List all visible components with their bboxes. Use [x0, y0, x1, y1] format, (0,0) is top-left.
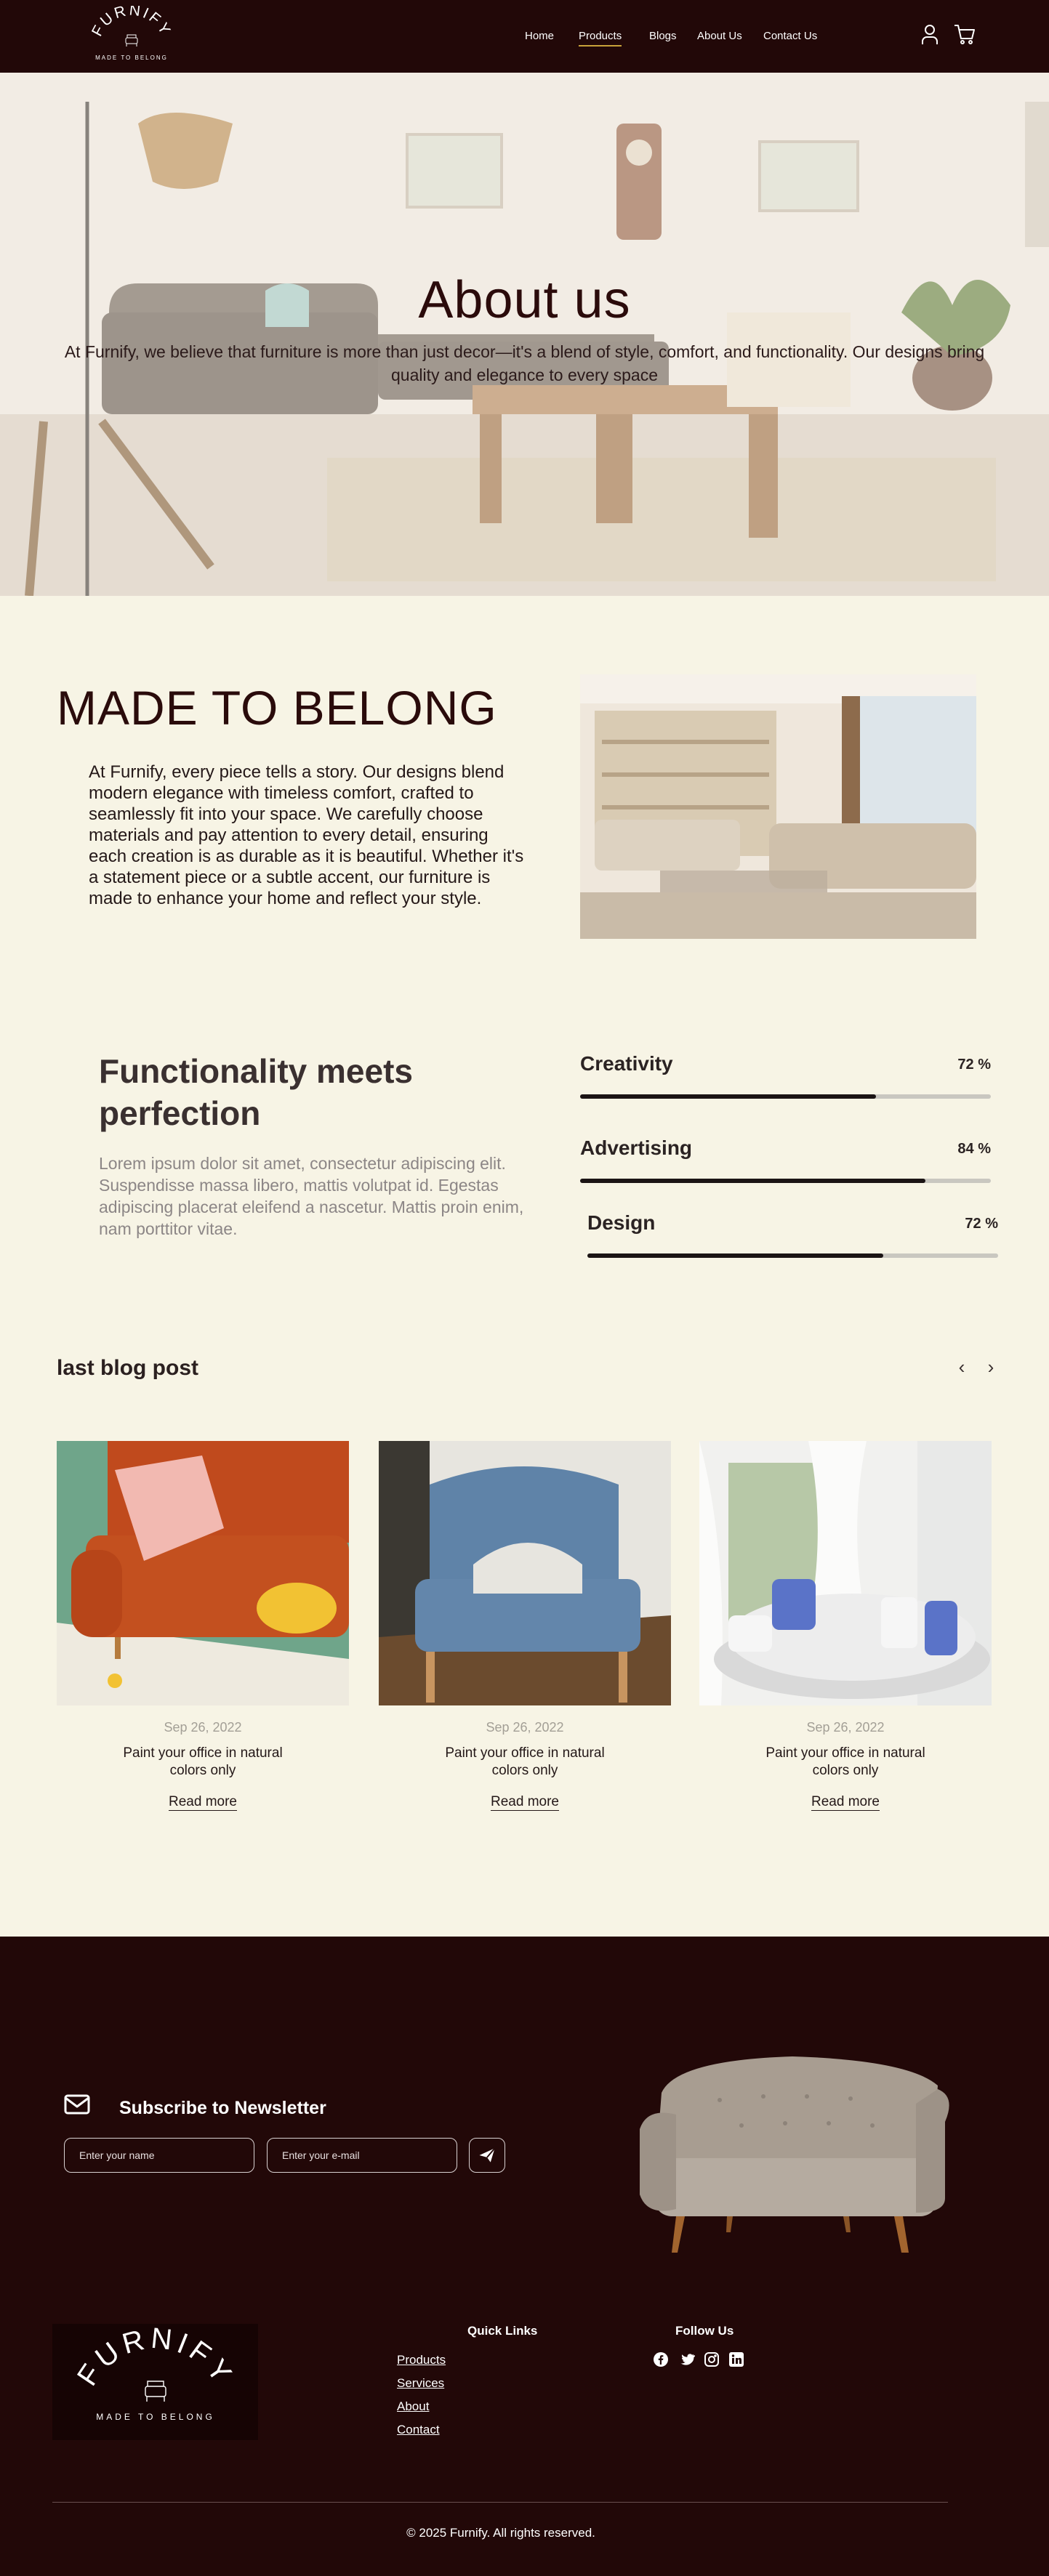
- skill-fill: [587, 1253, 883, 1258]
- blog-card: Sep 26, 2022 Paint your office in natura…: [379, 1441, 671, 1819]
- hero-title: About us: [418, 271, 631, 329]
- skill-name: Creativity: [580, 1052, 673, 1075]
- blue-armchair-image: [379, 1441, 671, 1705]
- read-more-label[interactable]: Read more: [169, 1794, 237, 1811]
- chevron-left-icon[interactable]: ‹: [951, 1356, 973, 1378]
- svg-text:MADE TO BELONG: MADE TO BELONG: [95, 54, 168, 61]
- post-title: Paint your office in natural colors only: [445, 1745, 605, 1778]
- name-input[interactable]: [64, 2138, 254, 2173]
- skill-track: [587, 1253, 998, 1258]
- send-button[interactable]: [469, 2138, 505, 2173]
- skill-fill: [580, 1179, 925, 1183]
- nav-contact-us[interactable]: Contact Us: [763, 28, 817, 45]
- post-title: Paint your office in natural colors only: [765, 1745, 925, 1778]
- skill-track: [580, 1179, 991, 1183]
- post-date: Sep 26, 2022: [806, 1720, 885, 1735]
- made-to-belong-text: At Furnify, every piece tells a story. O…: [89, 762, 524, 908]
- footer-divider: [52, 2502, 948, 2503]
- linkedin-icon[interactable]: [728, 2351, 744, 2367]
- hero-text: At Furnify, we believe that furniture is…: [64, 342, 985, 384]
- blog-title: last blog post: [57, 1356, 198, 1380]
- hero-section: About us At Furnify, we believe that fur…: [0, 73, 1049, 596]
- read-more-link[interactable]: Read more: [379, 1794, 671, 1811]
- nav-blogs[interactable]: Blogs: [649, 28, 677, 45]
- footer-link-products[interactable]: Products: [397, 2353, 446, 2367]
- post-date: Sep 26, 2022: [486, 1720, 564, 1735]
- read-more-link[interactable]: Read more: [699, 1794, 992, 1811]
- chevron-right-icon[interactable]: ›: [980, 1356, 1002, 1378]
- skill-value: 72 %: [965, 1216, 998, 1232]
- nav-about-us[interactable]: About Us: [697, 28, 742, 45]
- copyright-text: © 2025 Furnify. All rights reserved.: [406, 2526, 595, 2540]
- nav-home[interactable]: Home: [525, 28, 554, 45]
- read-more-label[interactable]: Read more: [491, 1794, 559, 1811]
- paper-plane-icon: [479, 2147, 496, 2163]
- footer-link-contact[interactable]: Contact: [397, 2423, 440, 2437]
- site-header: FURNIFY MADE TO BELONG Home Products Blo…: [0, 0, 1049, 73]
- twitter-icon[interactable]: [679, 2351, 696, 2367]
- skill-name: Advertising: [580, 1136, 693, 1159]
- footer-link-about[interactable]: About: [397, 2399, 429, 2414]
- skill-fill: [580, 1094, 876, 1099]
- blog-card: Sep 26, 2022 Paint your office in natura…: [699, 1441, 992, 1819]
- instagram-icon[interactable]: [704, 2351, 720, 2367]
- post-date: Sep 26, 2022: [164, 1720, 242, 1735]
- follow-us-title: Follow Us: [675, 2324, 734, 2338]
- skill-name: Design: [587, 1211, 656, 1234]
- functionality-title: Functionality meets perfection: [99, 1052, 413, 1132]
- newsletter-title: Subscribe to Newsletter: [119, 2098, 326, 2118]
- cart-icon[interactable]: [952, 22, 977, 47]
- orange-sofa-image: [57, 1441, 349, 1705]
- blog-card: Sep 26, 2022 Paint your office in natura…: [57, 1441, 349, 1819]
- made-to-belong-title: MADE TO BELONG: [57, 681, 497, 735]
- loveseat-image: [632, 2042, 952, 2253]
- nav-products[interactable]: Products: [579, 28, 622, 47]
- user-icon[interactable]: [917, 22, 942, 47]
- skill-value: 72 %: [957, 1057, 991, 1073]
- post-title: Paint your office in natural colors only: [123, 1745, 283, 1778]
- skill-value: 84 %: [957, 1141, 991, 1157]
- hero-living-room-image: [0, 73, 1049, 596]
- read-more-label[interactable]: Read more: [811, 1794, 880, 1811]
- skill-track: [580, 1094, 991, 1099]
- mail-icon: [64, 2094, 90, 2115]
- round-sofa-image: [699, 1441, 992, 1705]
- footer-logo[interactable]: FURNIFY MADE TO BELONG: [52, 2322, 258, 2440]
- svg-text:MADE TO BELONG: MADE TO BELONG: [96, 2412, 215, 2422]
- footer-link-services[interactable]: Services: [397, 2376, 444, 2391]
- site-footer: [0, 1937, 1049, 2576]
- living-room-image: [580, 674, 976, 939]
- main-nav: Home Products Blogs About Us Contact Us: [0, 28, 1049, 47]
- quick-links-title: Quick Links: [467, 2324, 538, 2338]
- read-more-link[interactable]: Read more: [57, 1794, 349, 1811]
- functionality-text: Lorem ipsum dolor sit amet, consectetur …: [99, 1154, 524, 1238]
- email-input[interactable]: [267, 2138, 457, 2173]
- facebook-icon[interactable]: [653, 2351, 669, 2367]
